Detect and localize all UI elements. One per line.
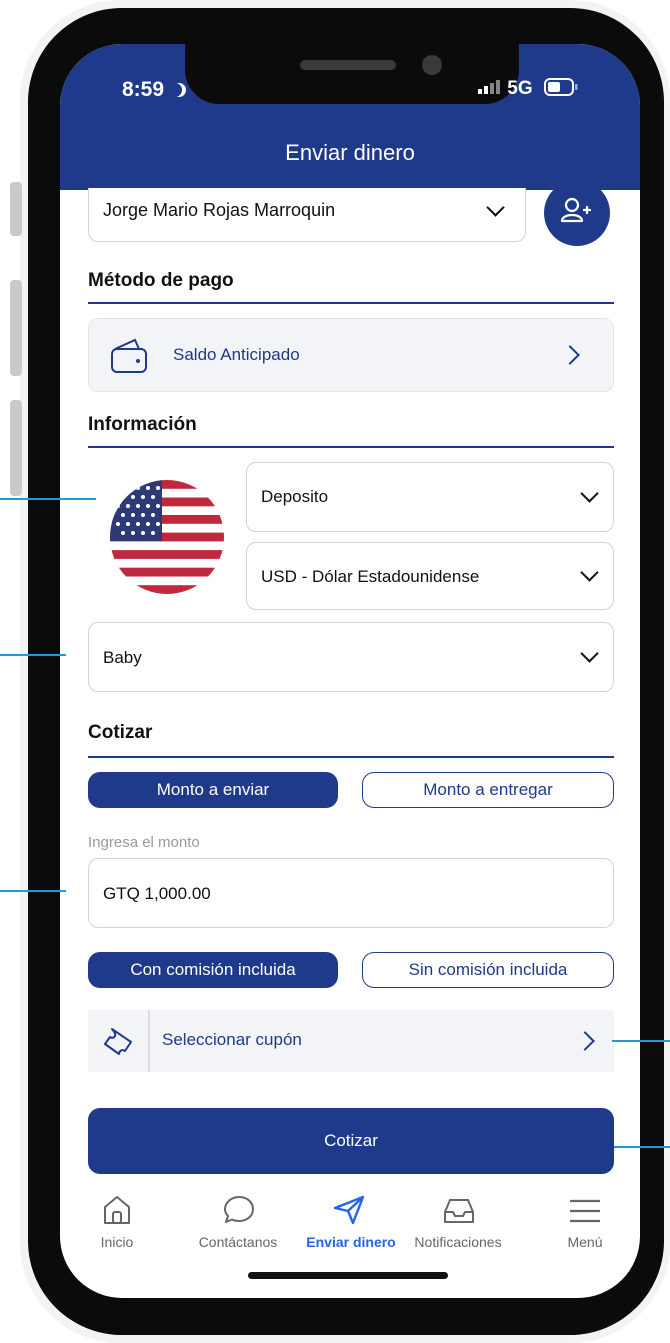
currency-value: USD - Dólar Estadounidense [261, 567, 480, 586]
amount-label: Ingresa el monto [88, 834, 200, 851]
app-screen: 8:59 5G Enviar dinero Jorge Mario Rojas … [60, 44, 640, 1298]
chevron-down-icon [580, 484, 599, 503]
home-icon [104, 1196, 130, 1224]
page-title: Enviar dinero [285, 140, 415, 165]
callout-line [614, 1146, 670, 1148]
chevron-right-icon [560, 345, 580, 365]
nav-item-menu[interactable]: Menú [542, 1194, 628, 1254]
us-flag-icon[interactable] [110, 480, 224, 594]
wallet-icon [111, 338, 147, 373]
callout-line [612, 1040, 670, 1042]
commission-included-button[interactable]: Con comisión incluida [88, 952, 338, 988]
quote-section-title: Cotizar [88, 722, 153, 743]
section-divider [88, 302, 614, 304]
chevron-down-icon [580, 644, 599, 663]
callout-line [0, 890, 66, 892]
amount-value: GTQ 1,000.00 [103, 884, 211, 903]
nav-label: Inicio [100, 1234, 134, 1250]
speaker-grille [300, 60, 396, 70]
section-divider [88, 756, 614, 758]
volume-down-button [10, 400, 22, 496]
status-time: 8:59 [122, 78, 186, 102]
info-section-title: Información [88, 414, 197, 435]
volume-up-button [10, 280, 22, 376]
section-divider [88, 446, 614, 448]
nav-item-notificaciones[interactable]: Notificaciones [398, 1194, 518, 1254]
inbox-icon [444, 1199, 474, 1223]
chevron-down-icon [580, 563, 599, 582]
recipient-select[interactable]: Jorge Mario Rojas Marroquin [88, 188, 526, 242]
moon-icon [172, 83, 186, 97]
nav-item-inicio[interactable]: Inicio [74, 1194, 160, 1254]
person-add-icon [560, 197, 591, 223]
relationship-select[interactable]: Baby [88, 622, 614, 692]
chevron-right-icon [575, 1031, 595, 1051]
callout-line [0, 498, 96, 500]
add-contact-button[interactable] [544, 180, 610, 246]
delivery-type-select[interactable]: Deposito [246, 462, 614, 532]
quote-submit-button[interactable]: Cotizar [88, 1108, 614, 1174]
amount-input[interactable]: GTQ 1,000.00 [88, 858, 614, 928]
delivery-type-value: Deposito [261, 487, 329, 506]
nav-item-contactanos[interactable]: Contáctanos [178, 1194, 298, 1254]
nav-label: Notificaciones [414, 1234, 502, 1250]
network-label: 5G [507, 78, 533, 99]
nav-item-enviar-dinero[interactable]: Enviar dinero [296, 1194, 406, 1254]
payment-section-title: Método de pago [88, 270, 234, 291]
notch [185, 44, 519, 104]
recipient-name: Jorge Mario Rojas Marroquin [103, 200, 336, 220]
nav-label: Enviar dinero [306, 1234, 396, 1250]
commission-excluded-button[interactable]: Sin comisión incluida [362, 952, 614, 988]
tab-amount-to-deliver[interactable]: Monto a entregar [362, 772, 614, 808]
payment-method-card[interactable]: Saldo Anticipado [88, 318, 614, 392]
relationship-value: Baby [103, 648, 142, 667]
battery-icon [543, 78, 578, 102]
coupon-label: Seleccionar cupón [162, 1030, 302, 1049]
signal-icon [478, 78, 500, 100]
send-icon [333, 1195, 365, 1225]
callout-line [0, 654, 66, 656]
status-indicators: 5G [478, 78, 578, 102]
nav-label: Menú [567, 1234, 603, 1250]
chevron-down-icon [486, 198, 505, 217]
currency-select[interactable]: USD - Dólar Estadounidense [246, 542, 614, 610]
front-camera [422, 55, 442, 75]
ticket-icon [104, 1028, 132, 1055]
coupon-selector[interactable]: Seleccionar cupón [88, 1010, 614, 1072]
payment-method-label: Saldo Anticipado [173, 345, 300, 364]
menu-icon [570, 1199, 600, 1223]
chat-icon [224, 1196, 254, 1223]
nav-label: Contáctanos [198, 1234, 278, 1250]
coupon-divider [148, 1010, 150, 1072]
tab-amount-to-send[interactable]: Monto a enviar [88, 772, 338, 808]
home-indicator [248, 1272, 448, 1279]
silent-switch [10, 182, 22, 236]
